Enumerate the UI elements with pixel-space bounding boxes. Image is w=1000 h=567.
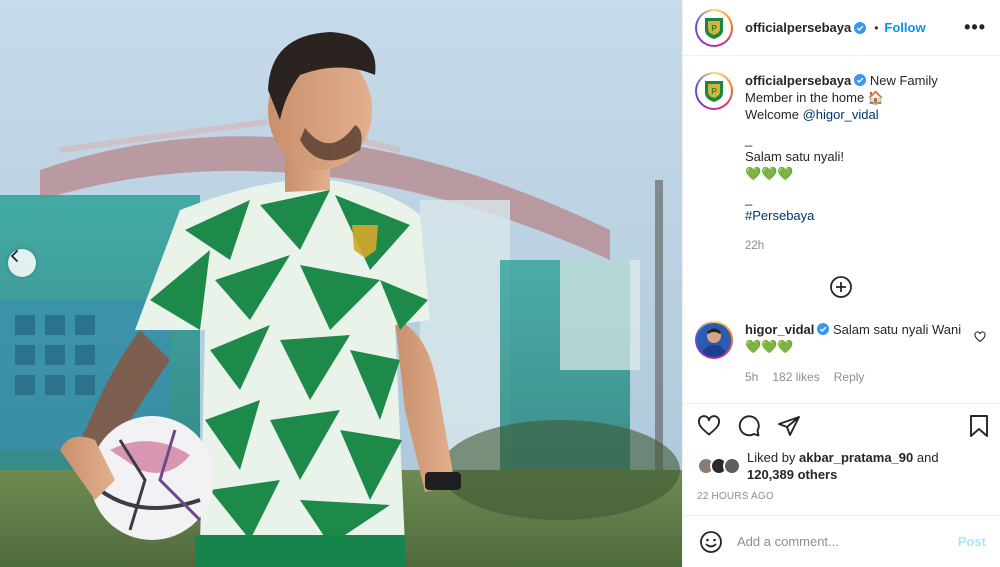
mention-link[interactable]: @higor_vidal	[803, 107, 879, 122]
svg-text:P: P	[711, 87, 717, 96]
svg-text:P: P	[711, 24, 717, 33]
hashtag-link[interactable]: #Persebaya	[745, 207, 986, 224]
load-more-comments[interactable]	[695, 275, 986, 299]
add-comment-bar: Post	[683, 515, 1000, 567]
comment-body: higor_vidal Salam satu nyali Wani 💚💚💚 5h…	[745, 321, 981, 386]
bookmark-icon	[970, 414, 988, 437]
liker-avatar[interactable]	[723, 457, 741, 475]
comment-like-heart-icon[interactable]	[974, 331, 986, 343]
caption-age[interactable]: 22h	[745, 238, 986, 255]
comment-emoji: 💚💚💚	[745, 339, 794, 354]
heart-icon	[698, 414, 720, 435]
verified-badge-icon	[854, 74, 867, 86]
header-username[interactable]: officialpersebaya	[745, 20, 851, 35]
post-side-panel: P officialpersebaya • Follow ••• P offic…	[682, 0, 1000, 567]
account-avatar[interactable]: P	[695, 8, 733, 47]
liked-by-row: Liked by akbar_pratama_90 and 120,389 ot…	[683, 447, 1000, 485]
commenter-avatar[interactable]	[695, 321, 733, 359]
share-icon	[778, 415, 800, 436]
post-comment-button[interactable]: Post	[958, 534, 986, 549]
liked-by-mid: and	[913, 450, 939, 465]
save-button[interactable]	[968, 414, 990, 438]
more-options-icon[interactable]: •••	[964, 17, 986, 38]
liked-by-prefix: Liked by	[747, 450, 800, 465]
comment-text: Salam satu nyali Wani	[832, 322, 962, 337]
post-timestamp[interactable]: 22 HOURS AGO	[683, 485, 1000, 515]
caption-line-2: Salam satu nyali!	[745, 149, 844, 164]
post-caption: P officialpersebaya New Family Member in…	[695, 72, 986, 255]
instagram-post: P officialpersebaya • Follow ••• P offic…	[0, 0, 1000, 567]
persebaya-crest-icon: P	[705, 17, 723, 39]
comment-meta: 5h 182 likes Reply	[745, 369, 961, 386]
user-photo-icon	[697, 323, 731, 357]
caption-separator: _	[745, 191, 753, 206]
comment-username[interactable]: higor_vidal	[745, 322, 814, 337]
carousel-prev-button[interactable]	[8, 249, 36, 277]
verified-badge-icon	[817, 323, 830, 335]
caption-text: officialpersebaya New Family Member in t…	[745, 72, 986, 255]
photo-illustration	[0, 0, 682, 567]
header-separator-dot: •	[874, 20, 879, 35]
follow-button[interactable]: Follow	[884, 20, 925, 35]
comments-area[interactable]: P officialpersebaya New Family Member in…	[683, 56, 1000, 403]
comment-likes[interactable]: 182 likes	[772, 369, 819, 386]
comment-item: higor_vidal Salam satu nyali Wani 💚💚💚 5h…	[695, 321, 986, 386]
comment-age[interactable]: 5h	[745, 369, 758, 386]
liked-by-text: Liked by akbar_pratama_90 and 120,389 ot…	[747, 449, 939, 483]
comment-input[interactable]	[737, 534, 958, 549]
share-button[interactable]	[777, 414, 801, 438]
chevron-left-icon	[10, 250, 18, 262]
caption-separator: _	[745, 132, 753, 147]
comment-icon	[738, 414, 760, 436]
like-button[interactable]	[697, 414, 721, 438]
reply-button[interactable]: Reply	[834, 369, 865, 386]
emoji-icon[interactable]	[699, 530, 723, 554]
post-photo[interactable]	[0, 0, 682, 567]
caption-welcome: Welcome	[745, 107, 803, 122]
verified-badge-icon	[854, 21, 867, 34]
comment-button[interactable]	[737, 414, 761, 438]
caption-emoji: 💚💚💚	[745, 166, 794, 181]
liker-avatars[interactable]	[697, 457, 741, 475]
likes-count[interactable]: 120,389 others	[747, 467, 837, 482]
liked-by-user[interactable]: akbar_pratama_90	[799, 450, 913, 465]
post-header: P officialpersebaya • Follow •••	[683, 0, 1000, 56]
caption-avatar[interactable]: P	[695, 72, 733, 110]
plus-circle-icon[interactable]	[829, 275, 853, 299]
persebaya-crest-icon: P	[705, 81, 723, 102]
post-actions-bar	[683, 403, 1000, 447]
caption-username[interactable]: officialpersebaya	[745, 73, 851, 88]
